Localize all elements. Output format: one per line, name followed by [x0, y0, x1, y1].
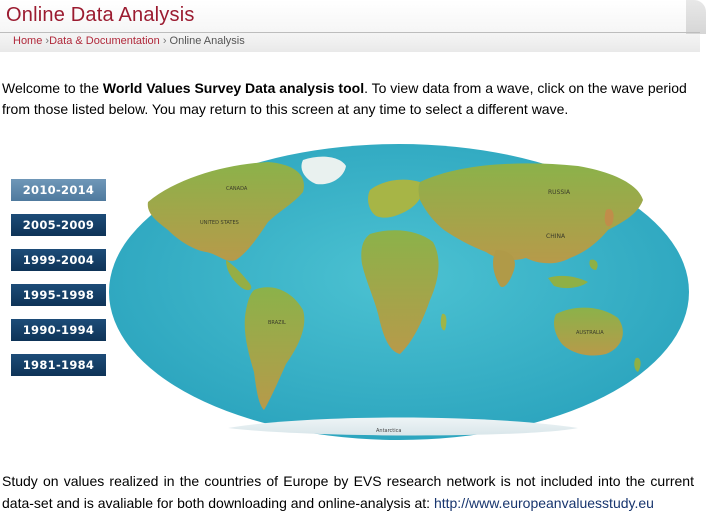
world-map: RUSSIA CHINA UNITED STATES CANADA BRAZIL…: [108, 142, 691, 442]
europeanvaluesstudy-link[interactable]: http://www.europeanvaluesstudy.eu: [434, 495, 654, 511]
wave-list: 2010-2014 2005-2009 1999-2004 1995-1998 …: [11, 179, 106, 389]
wave-button-1981-1984[interactable]: 1981-1984: [11, 354, 106, 376]
map-label-brazil: BRAZIL: [268, 320, 286, 326]
breadcrumb: Home ›Data & Documentation › Online Anal…: [13, 35, 245, 47]
world-map-image: RUSSIA CHINA UNITED STATES CANADA BRAZIL…: [109, 144, 689, 440]
breadcrumb-data-documentation-link[interactable]: Data & Documentation: [49, 35, 160, 47]
page-header: Online Data Analysis Home ›Data & Docume…: [0, 0, 706, 52]
wave-button-2010-2014[interactable]: 2010-2014: [11, 179, 106, 201]
header-tab-edge: [686, 0, 706, 34]
wave-button-2005-2009[interactable]: 2005-2009: [11, 214, 106, 236]
title-divider: [0, 32, 700, 33]
map-label-china: CHINA: [546, 233, 566, 240]
wave-button-1990-1994[interactable]: 1990-1994: [11, 319, 106, 341]
breadcrumb-home-link[interactable]: Home: [13, 35, 42, 47]
map-label-united-states: UNITED STATES: [200, 220, 239, 226]
map-label-australia: AUSTRALIA: [576, 330, 604, 336]
intro-prefix: Welcome to the: [2, 80, 103, 96]
page-title: Online Data Analysis: [6, 4, 195, 26]
wave-button-1999-2004[interactable]: 1999-2004: [11, 249, 106, 271]
wave-button-1995-1998[interactable]: 1995-1998: [11, 284, 106, 306]
intro-paragraph: Welcome to the World Values Survey Data …: [2, 78, 694, 120]
map-label-antarctica: Antarctica: [376, 428, 401, 434]
intro-tool-name: World Values Survey Data analysis tool: [102, 80, 365, 96]
map-label-canada: CANADA: [226, 186, 248, 192]
map-label-russia: RUSSIA: [548, 189, 571, 196]
footer-paragraph: Study on values realized in the countrie…: [2, 470, 694, 514]
breadcrumb-current: Online Analysis: [169, 35, 245, 47]
breadcrumb-separator: ›: [162, 35, 167, 47]
